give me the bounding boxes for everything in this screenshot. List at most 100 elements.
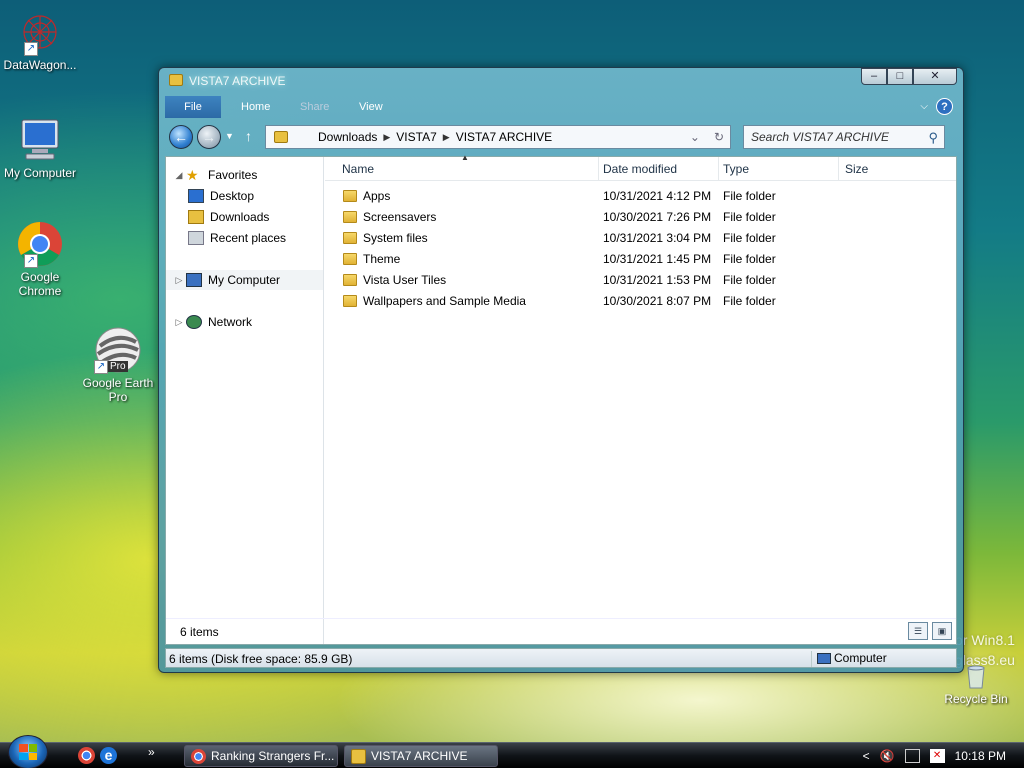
collapse-arrow-icon[interactable]: ◢ [172, 170, 186, 181]
file-type: File folder [723, 189, 776, 203]
help-icon[interactable]: ? [936, 98, 953, 115]
nav-my-computer[interactable]: ▷ My Computer [166, 270, 323, 290]
windows-logo-icon [19, 744, 37, 760]
table-row[interactable]: Vista User Tiles 10/31/2021 1:53 PM File… [325, 270, 956, 291]
internet-explorer-icon[interactable]: e [100, 747, 117, 764]
desktop-icon-datawagon[interactable]: ↗ DataWagon... [0, 8, 80, 72]
chrome-icon [191, 749, 206, 764]
table-row[interactable]: System files 10/31/2021 3:04 PM File fol… [325, 228, 956, 249]
minimize-button[interactable]: – [861, 68, 887, 85]
quicklaunch-overflow[interactable]: » [148, 745, 155, 759]
nav-network-label: Network [208, 315, 253, 329]
file-name: Apps [363, 189, 391, 203]
file-type: File folder [723, 294, 776, 308]
action-center-icon[interactable]: ✕ [929, 749, 945, 763]
file-date: 10/31/2021 1:45 PM [603, 252, 712, 266]
details-bar: 6 items ☰ ▣ [166, 618, 956, 644]
expand-arrow-icon[interactable]: ▷ [172, 317, 186, 328]
file-name: Vista User Tiles [363, 273, 447, 287]
table-row[interactable]: Theme 10/31/2021 1:45 PM File folder [325, 249, 956, 270]
table-row[interactable]: Screensavers 10/30/2021 7:26 PM File fol… [325, 207, 956, 228]
tab-file[interactable]: File [165, 96, 221, 118]
clock[interactable]: 10:18 PM [955, 749, 1006, 763]
network-tray-icon[interactable] [904, 749, 920, 763]
back-button[interactable]: ← [169, 125, 193, 149]
view-buttons: ☰ ▣ [908, 622, 952, 640]
nav-network[interactable]: ▷ Network [166, 312, 323, 332]
file-type: File folder [723, 210, 776, 224]
downloads-folder-icon [188, 210, 204, 224]
file-name: Wallpapers and Sample Media [363, 294, 526, 308]
column-header-size[interactable]: Size [839, 157, 957, 181]
desktop-icon-chrome[interactable]: ↗ Google Chrome [0, 220, 80, 298]
maximize-button[interactable]: □ [887, 68, 913, 85]
file-name: System files [363, 231, 428, 245]
breadcrumb-separator-icon[interactable]: ▶ [383, 132, 390, 143]
folder-icon [343, 190, 357, 202]
column-header-type[interactable]: Type [719, 157, 839, 181]
taskbar-button-chrome[interactable]: Ranking Strangers Fr... [184, 745, 338, 767]
address-dropdown-icon[interactable]: ⌄ [690, 130, 700, 144]
google-earth-icon: Pro ↗ [94, 326, 142, 374]
computer-icon [817, 653, 831, 664]
nav-recent-places[interactable]: Recent places [166, 228, 323, 248]
nav-downloads-label: Downloads [210, 210, 270, 224]
breadcrumb-vista7[interactable]: VISTA7 [390, 130, 442, 144]
breadcrumb-separator-icon[interactable]: ▶ [443, 132, 450, 143]
file-date: 10/31/2021 1:53 PM [603, 273, 712, 287]
desktop-icon-google-earth[interactable]: Pro ↗ Google Earth Pro [78, 326, 158, 404]
refresh-icon[interactable]: ↻ [714, 130, 724, 144]
column-header-date[interactable]: Date modified [599, 157, 719, 181]
expand-arrow-icon[interactable]: ▷ [172, 275, 186, 286]
folder-icon [343, 232, 357, 244]
folder-icon [351, 749, 366, 764]
datawagon-icon: ↗ [16, 8, 64, 56]
nav-downloads[interactable]: Downloads [166, 207, 323, 227]
column-headers: Name ▲ Date modified Type Size [325, 153, 957, 181]
folder-icon [343, 295, 357, 307]
search-box: ⚲ [743, 125, 945, 149]
close-button[interactable]: ✕ [913, 68, 957, 85]
recent-locations-icon[interactable]: ▼ [225, 131, 234, 141]
up-arrow-icon[interactable]: ↑ [245, 128, 252, 144]
table-row[interactable]: Apps 10/31/2021 4:12 PM File folder [325, 186, 956, 207]
desktop-icon-label: Google Chrome [18, 270, 62, 298]
search-input[interactable] [744, 126, 914, 148]
details-view-icon[interactable]: ☰ [908, 622, 928, 640]
tab-share[interactable]: Share [286, 96, 343, 118]
breadcrumb-vista7-archive[interactable]: VISTA7 ARCHIVE [450, 130, 558, 144]
desktop-icon-my-computer[interactable]: My Computer [0, 116, 80, 180]
chrome-quicklaunch-icon[interactable] [78, 747, 95, 764]
tray-chevron-icon[interactable]: < [863, 749, 870, 763]
nav-favorites[interactable]: ◢ ★ Favorites [166, 165, 323, 185]
volume-muted-icon[interactable]: 🔇 [880, 749, 895, 763]
taskbar-button-explorer[interactable]: VISTA7 ARCHIVE [344, 745, 498, 767]
address-bar[interactable]: Downloads ▶ VISTA7 ▶ VISTA7 ARCHIVE ⌄ ↻ [265, 125, 731, 149]
desktop-icon-label: Google Earth Pro [82, 376, 154, 404]
desktop-icon-label: DataWagon... [3, 58, 77, 72]
nav-recent-places-label: Recent places [210, 231, 287, 245]
title-bar[interactable]: VISTA7 ARCHIVE – □ ✕ [159, 68, 963, 94]
tab-home[interactable]: Home [227, 96, 284, 118]
file-date: 10/31/2021 4:12 PM [603, 189, 712, 203]
ribbon: File Home Share View ⌵ ? [165, 96, 957, 118]
window-controls: – □ ✕ [861, 68, 957, 85]
folder-icon [343, 253, 357, 265]
nav-desktop[interactable]: Desktop [166, 186, 323, 206]
breadcrumb-downloads[interactable]: Downloads [296, 130, 383, 144]
expand-ribbon-icon[interactable]: ⌵ [920, 101, 928, 112]
search-icon[interactable]: ⚲ [928, 130, 938, 146]
start-button[interactable] [8, 735, 48, 768]
recent-places-icon [188, 231, 204, 245]
network-icon [186, 315, 202, 329]
table-row[interactable]: Wallpapers and Sample Media 10/30/2021 8… [325, 291, 956, 312]
sort-ascending-icon: ▲ [461, 153, 469, 162]
folder-icon [343, 211, 357, 223]
forward-button[interactable]: → [197, 125, 221, 149]
computer-icon [16, 116, 64, 164]
star-icon: ★ [186, 167, 199, 183]
desktop-icon-label: Recycle Bin [944, 692, 1008, 706]
large-icons-view-icon[interactable]: ▣ [932, 622, 952, 640]
file-name: Theme [363, 252, 401, 266]
tab-view[interactable]: View [345, 96, 397, 118]
